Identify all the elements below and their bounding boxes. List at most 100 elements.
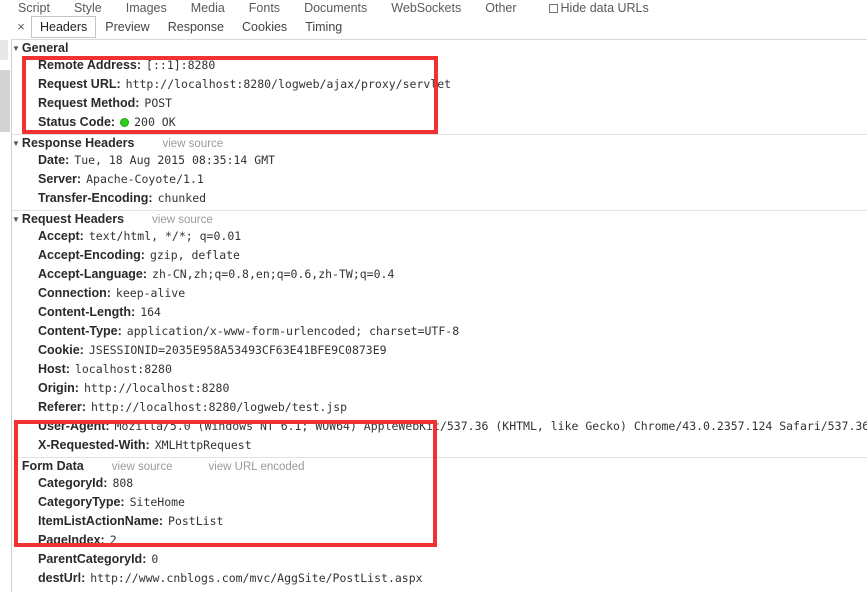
row-key: ItemListActionName: [38, 514, 164, 528]
row-value: Mozilla/5.0 (Windows NT 6.1; WOW64) Appl… [114, 419, 867, 433]
filter-websockets[interactable]: WebSockets [391, 0, 461, 16]
row-value: JSESSIONID=2035E958A53493CF63E41BFE9C087… [88, 343, 387, 357]
row-value[interactable]: http://localhost:8280/logweb/ajax/proxy/… [126, 77, 451, 91]
request-row-x-requested-with: X-Requested-With: XMLHttpRequest [12, 438, 867, 457]
row-key: Request Method: [38, 96, 140, 110]
general-row-status-code: Status Code: 200 OK [12, 115, 867, 134]
row-key: Content-Length: [38, 305, 136, 319]
row-key: Connection: [38, 286, 111, 300]
general-row-request-url: Request URL: http://localhost:8280/logwe… [12, 77, 867, 96]
chevron-down-icon[interactable]: ▼ [12, 212, 20, 228]
row-key: Date: [38, 153, 70, 167]
hide-data-urls-checkbox[interactable]: Hide data URLs [548, 1, 649, 15]
request-row-content-type: Content-Type: application/x-www-form-url… [12, 324, 867, 343]
row-value: text/html, */*; q=0.01 [88, 229, 242, 243]
row-value: [::1]:8280 [146, 58, 216, 72]
section-title-general: General [21, 41, 69, 55]
tab-headers[interactable]: Headers [31, 16, 97, 38]
row-key: Remote Address: [38, 58, 142, 72]
row-value: chunked [157, 191, 207, 205]
row-key: Transfer-Encoding: [38, 191, 153, 205]
view-source-link-response[interactable]: view source [162, 138, 223, 150]
row-key: destUrl: [38, 571, 86, 585]
response-row-server: Server: Apache-Coyote/1.1 [12, 172, 867, 191]
general-row-request-method: Request Method: POST [12, 96, 867, 115]
row-key: Referer: [38, 400, 86, 414]
section-header-form-data[interactable]: ▼ Form Data view source view URL encoded [12, 458, 867, 476]
row-key: Status Code: [38, 115, 116, 129]
section-title-response-headers: Response Headers [21, 136, 135, 150]
row-value: gzip, deflate [149, 248, 240, 262]
row-key: Server: [38, 172, 82, 186]
tab-preview[interactable]: Preview [96, 16, 158, 38]
row-key: Host: [38, 362, 70, 376]
request-row-accept-language: Accept-Language: zh-CN,zh;q=0.8,en;q=0.6… [12, 267, 867, 286]
section-header-response-headers[interactable]: ▼ Response Headers view source [12, 135, 867, 153]
row-key: User-Agent: [38, 419, 110, 433]
close-icon[interactable]: × [11, 16, 31, 38]
row-value: 164 [140, 305, 161, 319]
row-value: Tue, 18 Aug 2015 08:35:14 GMT [74, 153, 276, 167]
row-key: Accept-Language: [38, 267, 148, 281]
network-filter-bar: Script Style Images Media Fonts Document… [0, 0, 867, 16]
filter-other[interactable]: Other [485, 0, 516, 16]
view-source-link-request[interactable]: view source [152, 214, 213, 226]
section-header-request-headers[interactable]: ▼ Request Headers view source [12, 211, 867, 229]
row-value: zh-CN,zh;q=0.8,en;q=0.6,zh-TW;q=0.4 [152, 267, 395, 281]
filter-images[interactable]: Images [126, 0, 167, 16]
row-value: http://localhost:8280 [83, 381, 230, 395]
request-row-cookie: Cookie: JSESSIONID=2035E958A53493CF63E41… [12, 343, 867, 362]
filter-fonts[interactable]: Fonts [249, 0, 280, 16]
status-ok-icon [120, 118, 130, 127]
form-row-category-type: CategoryType: SiteHome [12, 495, 867, 514]
row-key: PageIndex: [38, 533, 105, 547]
tab-timing[interactable]: Timing [296, 16, 351, 38]
row-value: keep-alive [115, 286, 186, 300]
chevron-down-icon[interactable]: ▼ [12, 459, 20, 475]
request-row-host: Host: localhost:8280 [12, 362, 867, 381]
row-value: Apache-Coyote/1.1 [86, 172, 204, 186]
row-value: 808 [112, 476, 134, 490]
section-header-general[interactable]: ▼ General [12, 40, 867, 58]
view-url-encoded-link[interactable]: view URL encoded [208, 461, 304, 473]
request-row-connection: Connection: keep-alive [12, 286, 867, 305]
row-key: Content-Type: [38, 324, 122, 338]
form-row-category-id: CategoryId: 808 [12, 476, 867, 495]
response-row-date: Date: Tue, 18 Aug 2015 08:35:14 GMT [12, 153, 867, 172]
request-row-accept: Accept: text/html, */*; q=0.01 [12, 229, 867, 248]
form-row-page-index: PageIndex: 2 [12, 533, 867, 552]
headers-detail-panel: ▼ General Remote Address: [::1]:8280 Req… [12, 40, 867, 592]
row-key: CategoryId: [38, 476, 108, 490]
row-key: Request URL: [38, 77, 121, 91]
row-value: http://www.cnblogs.com/mvc/AggSite/PostL… [90, 571, 423, 585]
chevron-down-icon[interactable]: ▼ [12, 41, 20, 57]
request-row-content-length: Content-Length: 164 [12, 305, 867, 324]
tab-response[interactable]: Response [159, 16, 233, 38]
gutter-block-top [0, 40, 8, 60]
filter-media[interactable]: Media [191, 0, 225, 16]
row-value: PostList [168, 514, 224, 528]
request-row-origin: Origin: http://localhost:8280 [12, 381, 867, 400]
request-row-referer: Referer: http://localhost:8280/logweb/te… [12, 400, 867, 419]
filter-script[interactable]: Script [18, 0, 50, 16]
form-row-parent-category-id: ParentCategoryId: 0 [12, 552, 867, 571]
filter-style[interactable]: Style [74, 0, 102, 16]
filter-documents[interactable]: Documents [304, 0, 367, 16]
row-value: application/x-www-form-urlencoded; chars… [126, 324, 460, 338]
gutter-block [0, 70, 10, 132]
checkbox-icon[interactable] [548, 3, 558, 13]
row-key: Accept: [38, 229, 84, 243]
row-value: XMLHttpRequest [154, 438, 252, 452]
section-title-form-data: Form Data [21, 459, 84, 473]
row-value: SiteHome [129, 495, 185, 509]
request-row-user-agent: User-Agent: Mozilla/5.0 (Windows NT 6.1;… [12, 419, 867, 438]
general-row-remote-address: Remote Address: [::1]:8280 [12, 58, 867, 77]
detail-tab-strip: × Headers Preview Response Cookies Timin… [11, 16, 867, 38]
row-key: Cookie: [38, 343, 84, 357]
request-row-accept-encoding: Accept-Encoding: gzip, deflate [12, 248, 867, 267]
tab-cookies[interactable]: Cookies [233, 16, 296, 38]
chevron-down-icon[interactable]: ▼ [12, 136, 20, 152]
row-key: CategoryType: [38, 495, 125, 509]
view-source-link-form-data[interactable]: view source [112, 461, 173, 473]
row-value: 2 [109, 533, 117, 547]
